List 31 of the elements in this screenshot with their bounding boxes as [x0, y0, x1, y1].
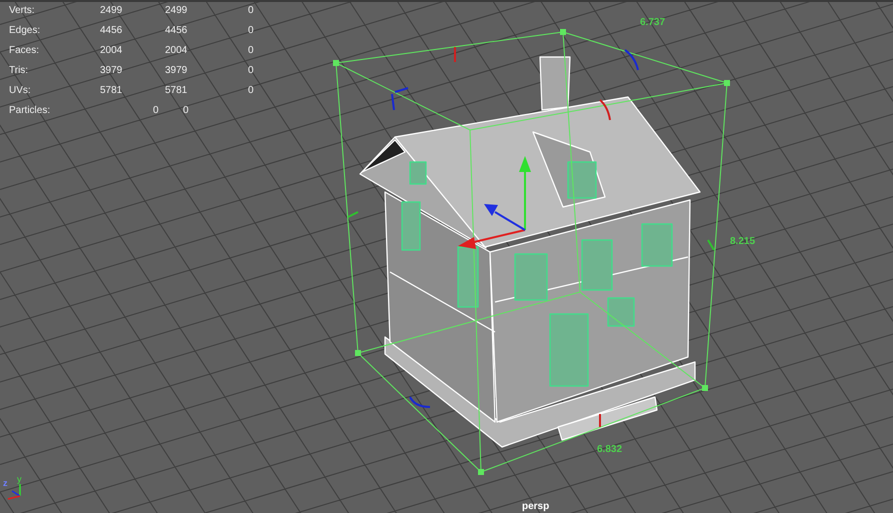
stat-label: Verts:	[9, 4, 35, 18]
stat-label: UVs:	[9, 84, 31, 98]
stat-label: Particles:	[9, 104, 50, 118]
stat-value: 2004	[165, 44, 188, 58]
dimension-label: 8.215	[730, 236, 756, 247]
axis-label: z	[3, 478, 8, 488]
axis-label: y	[17, 474, 22, 484]
stat-value: 0	[248, 4, 254, 18]
stat-value: 5781	[100, 84, 122, 98]
stat-value: 2499	[165, 4, 188, 18]
axis-indicator-icon	[8, 484, 21, 500]
stat-value: 4456	[100, 24, 122, 38]
dimension-label: 6.737	[640, 17, 666, 28]
dimension-label: 6.832	[597, 444, 622, 455]
stat-value: 5781	[165, 84, 188, 98]
stat-value: 0	[248, 44, 254, 58]
move-manipulator-icon[interactable]	[458, 156, 531, 249]
stat-value: 0	[153, 104, 159, 118]
stat-label: Faces:	[9, 44, 40, 58]
stat-value: 3979	[165, 64, 188, 78]
stat-label: Tris:	[9, 64, 28, 78]
stat-value: 3979	[100, 64, 122, 78]
stat-label: Edges:	[9, 24, 40, 38]
stat-value: 4456	[165, 24, 188, 38]
stat-value: 0	[248, 24, 254, 38]
stat-value: 0	[248, 84, 254, 98]
stat-value: 0	[183, 104, 189, 118]
stat-value: 2004	[100, 44, 122, 58]
stat-value: 0	[248, 64, 254, 78]
camera-name: persp	[522, 501, 550, 512]
stat-value: 2499	[100, 4, 122, 18]
